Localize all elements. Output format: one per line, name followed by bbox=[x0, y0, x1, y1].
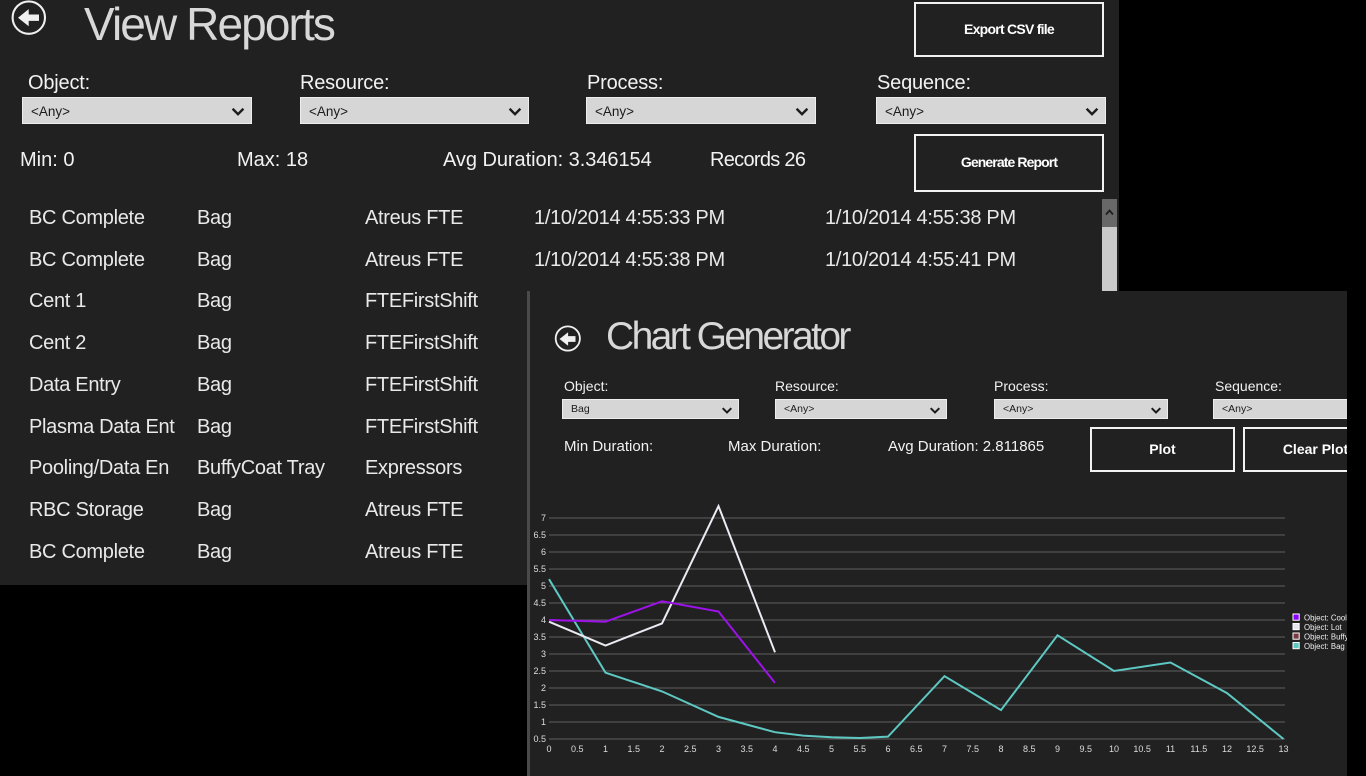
svg-text:2.5: 2.5 bbox=[684, 744, 697, 754]
svg-text:6.5: 6.5 bbox=[533, 530, 546, 540]
svg-text:4.5: 4.5 bbox=[797, 744, 810, 754]
svg-text:13: 13 bbox=[1278, 744, 1288, 754]
svg-text:5: 5 bbox=[829, 744, 834, 754]
svg-text:1: 1 bbox=[603, 744, 608, 754]
svg-text:11.5: 11.5 bbox=[1190, 744, 1207, 754]
svg-text:1.5: 1.5 bbox=[533, 700, 546, 710]
svg-text:4: 4 bbox=[772, 744, 777, 754]
svg-text:3.5: 3.5 bbox=[741, 744, 754, 754]
svg-text:6.5: 6.5 bbox=[910, 744, 923, 754]
svg-text:7: 7 bbox=[541, 513, 546, 523]
svg-text:6: 6 bbox=[541, 547, 546, 557]
svg-text:9: 9 bbox=[1055, 744, 1060, 754]
svg-text:7.5: 7.5 bbox=[967, 744, 980, 754]
svg-text:Object: Lot: Object: Lot bbox=[1304, 623, 1343, 632]
svg-text:0: 0 bbox=[546, 744, 551, 754]
svg-text:3.5: 3.5 bbox=[533, 632, 546, 642]
svg-text:7: 7 bbox=[942, 744, 947, 754]
svg-text:0.5: 0.5 bbox=[571, 744, 584, 754]
svg-text:2: 2 bbox=[659, 744, 664, 754]
svg-text:Object: Bag: Object: Bag bbox=[1304, 642, 1345, 651]
svg-text:4: 4 bbox=[541, 615, 546, 625]
svg-text:2.5: 2.5 bbox=[533, 666, 546, 676]
svg-text:10: 10 bbox=[1109, 744, 1119, 754]
svg-text:Object: Coole: Object: Coole bbox=[1304, 614, 1347, 623]
svg-text:6: 6 bbox=[885, 744, 890, 754]
svg-text:2: 2 bbox=[541, 683, 546, 693]
svg-text:12.5: 12.5 bbox=[1246, 744, 1264, 754]
svg-text:1: 1 bbox=[541, 717, 546, 727]
svg-text:10.5: 10.5 bbox=[1133, 744, 1151, 754]
svg-text:3: 3 bbox=[541, 649, 546, 659]
svg-text:8: 8 bbox=[998, 744, 1003, 754]
svg-text:Object: BuffyC: Object: BuffyC bbox=[1304, 633, 1347, 642]
svg-text:12: 12 bbox=[1222, 744, 1232, 754]
svg-text:5.5: 5.5 bbox=[533, 564, 546, 574]
svg-text:4.5: 4.5 bbox=[533, 598, 546, 608]
svg-text:9.5: 9.5 bbox=[1080, 744, 1093, 754]
svg-text:1.5: 1.5 bbox=[628, 744, 641, 754]
svg-text:11: 11 bbox=[1166, 744, 1175, 754]
svg-text:8.5: 8.5 bbox=[1023, 744, 1036, 754]
svg-text:0.5: 0.5 bbox=[533, 734, 546, 744]
svg-text:5.5: 5.5 bbox=[854, 744, 867, 754]
svg-text:5: 5 bbox=[541, 581, 546, 591]
svg-text:3: 3 bbox=[716, 744, 721, 754]
